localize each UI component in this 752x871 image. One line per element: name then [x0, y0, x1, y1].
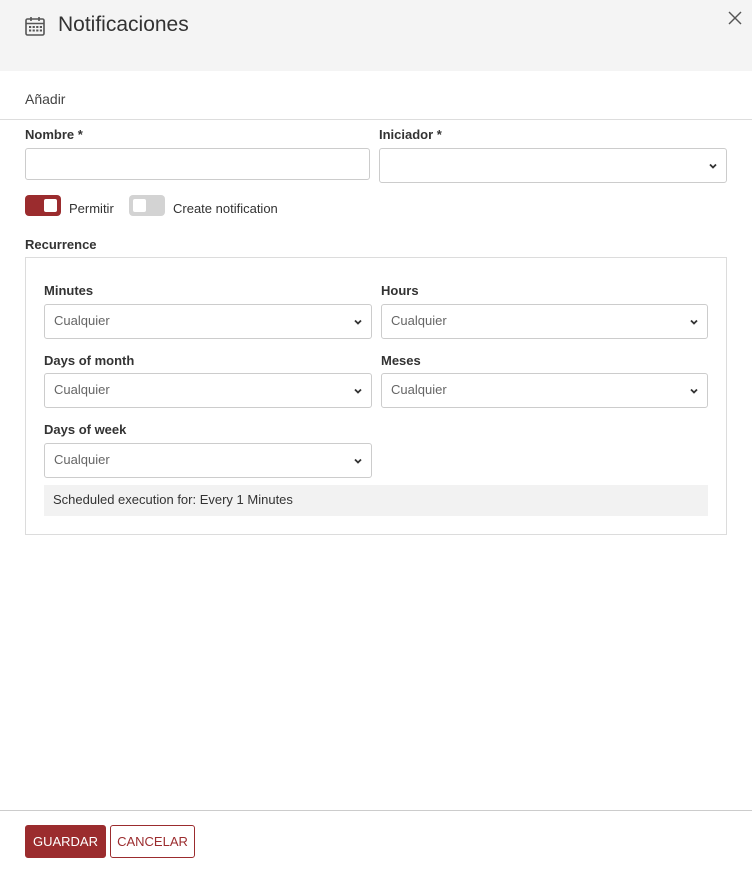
hours-label: Hours	[381, 283, 419, 298]
minutes-select-value: Cualquier	[54, 313, 110, 328]
chevron-down-icon	[690, 319, 698, 325]
months-label: Meses	[381, 353, 421, 368]
months-select-value: Cualquier	[391, 382, 447, 397]
save-button[interactable]: GUARDAR	[25, 825, 106, 858]
hours-select[interactable]: Cualquier	[381, 304, 708, 339]
allow-toggle-label: Permitir	[69, 201, 114, 216]
name-input[interactable]	[25, 148, 370, 180]
divider	[0, 119, 752, 120]
days-of-week-label: Days of week	[44, 422, 127, 437]
create-notification-toggle-label: Create notification	[173, 201, 278, 216]
allow-toggle[interactable]	[25, 195, 61, 216]
recurrence-label: Recurrence	[25, 237, 97, 252]
chevron-down-icon	[354, 319, 362, 325]
hours-select-value: Cualquier	[391, 313, 447, 328]
chevron-down-icon	[354, 388, 362, 394]
toggle-knob	[133, 199, 146, 212]
initiator-select[interactable]	[379, 148, 727, 183]
name-label: Nombre *	[25, 127, 83, 142]
dialog-title: Notificaciones	[58, 13, 189, 36]
chevron-down-icon	[354, 458, 362, 464]
chevron-down-icon	[709, 163, 717, 169]
chevron-down-icon	[690, 388, 698, 394]
minutes-label: Minutes	[44, 283, 94, 298]
minutes-select[interactable]: Cualquier	[44, 304, 372, 339]
days-of-week-select[interactable]: Cualquier	[44, 443, 372, 478]
toggle-knob	[44, 199, 57, 212]
days-of-month-label: Days of month	[44, 353, 135, 368]
footer-divider	[0, 810, 752, 811]
days-of-month-select-value: Cualquier	[54, 382, 110, 397]
dialog-header: Notificaciones	[0, 0, 752, 71]
schedule-summary: Scheduled execution for: Every 1 Minutes	[44, 485, 708, 516]
calendar-icon	[25, 17, 45, 36]
days-of-week-select-value: Cualquier	[54, 452, 110, 467]
months-select[interactable]: Cualquier	[381, 373, 708, 408]
days-of-month-select[interactable]: Cualquier	[44, 373, 372, 408]
close-icon[interactable]	[725, 8, 745, 28]
cancel-button[interactable]: CANCELAR	[110, 825, 195, 858]
section-subtitle: Añadir	[25, 91, 66, 107]
initiator-label: Iniciador *	[379, 127, 442, 142]
create-notification-toggle[interactable]	[129, 195, 165, 216]
